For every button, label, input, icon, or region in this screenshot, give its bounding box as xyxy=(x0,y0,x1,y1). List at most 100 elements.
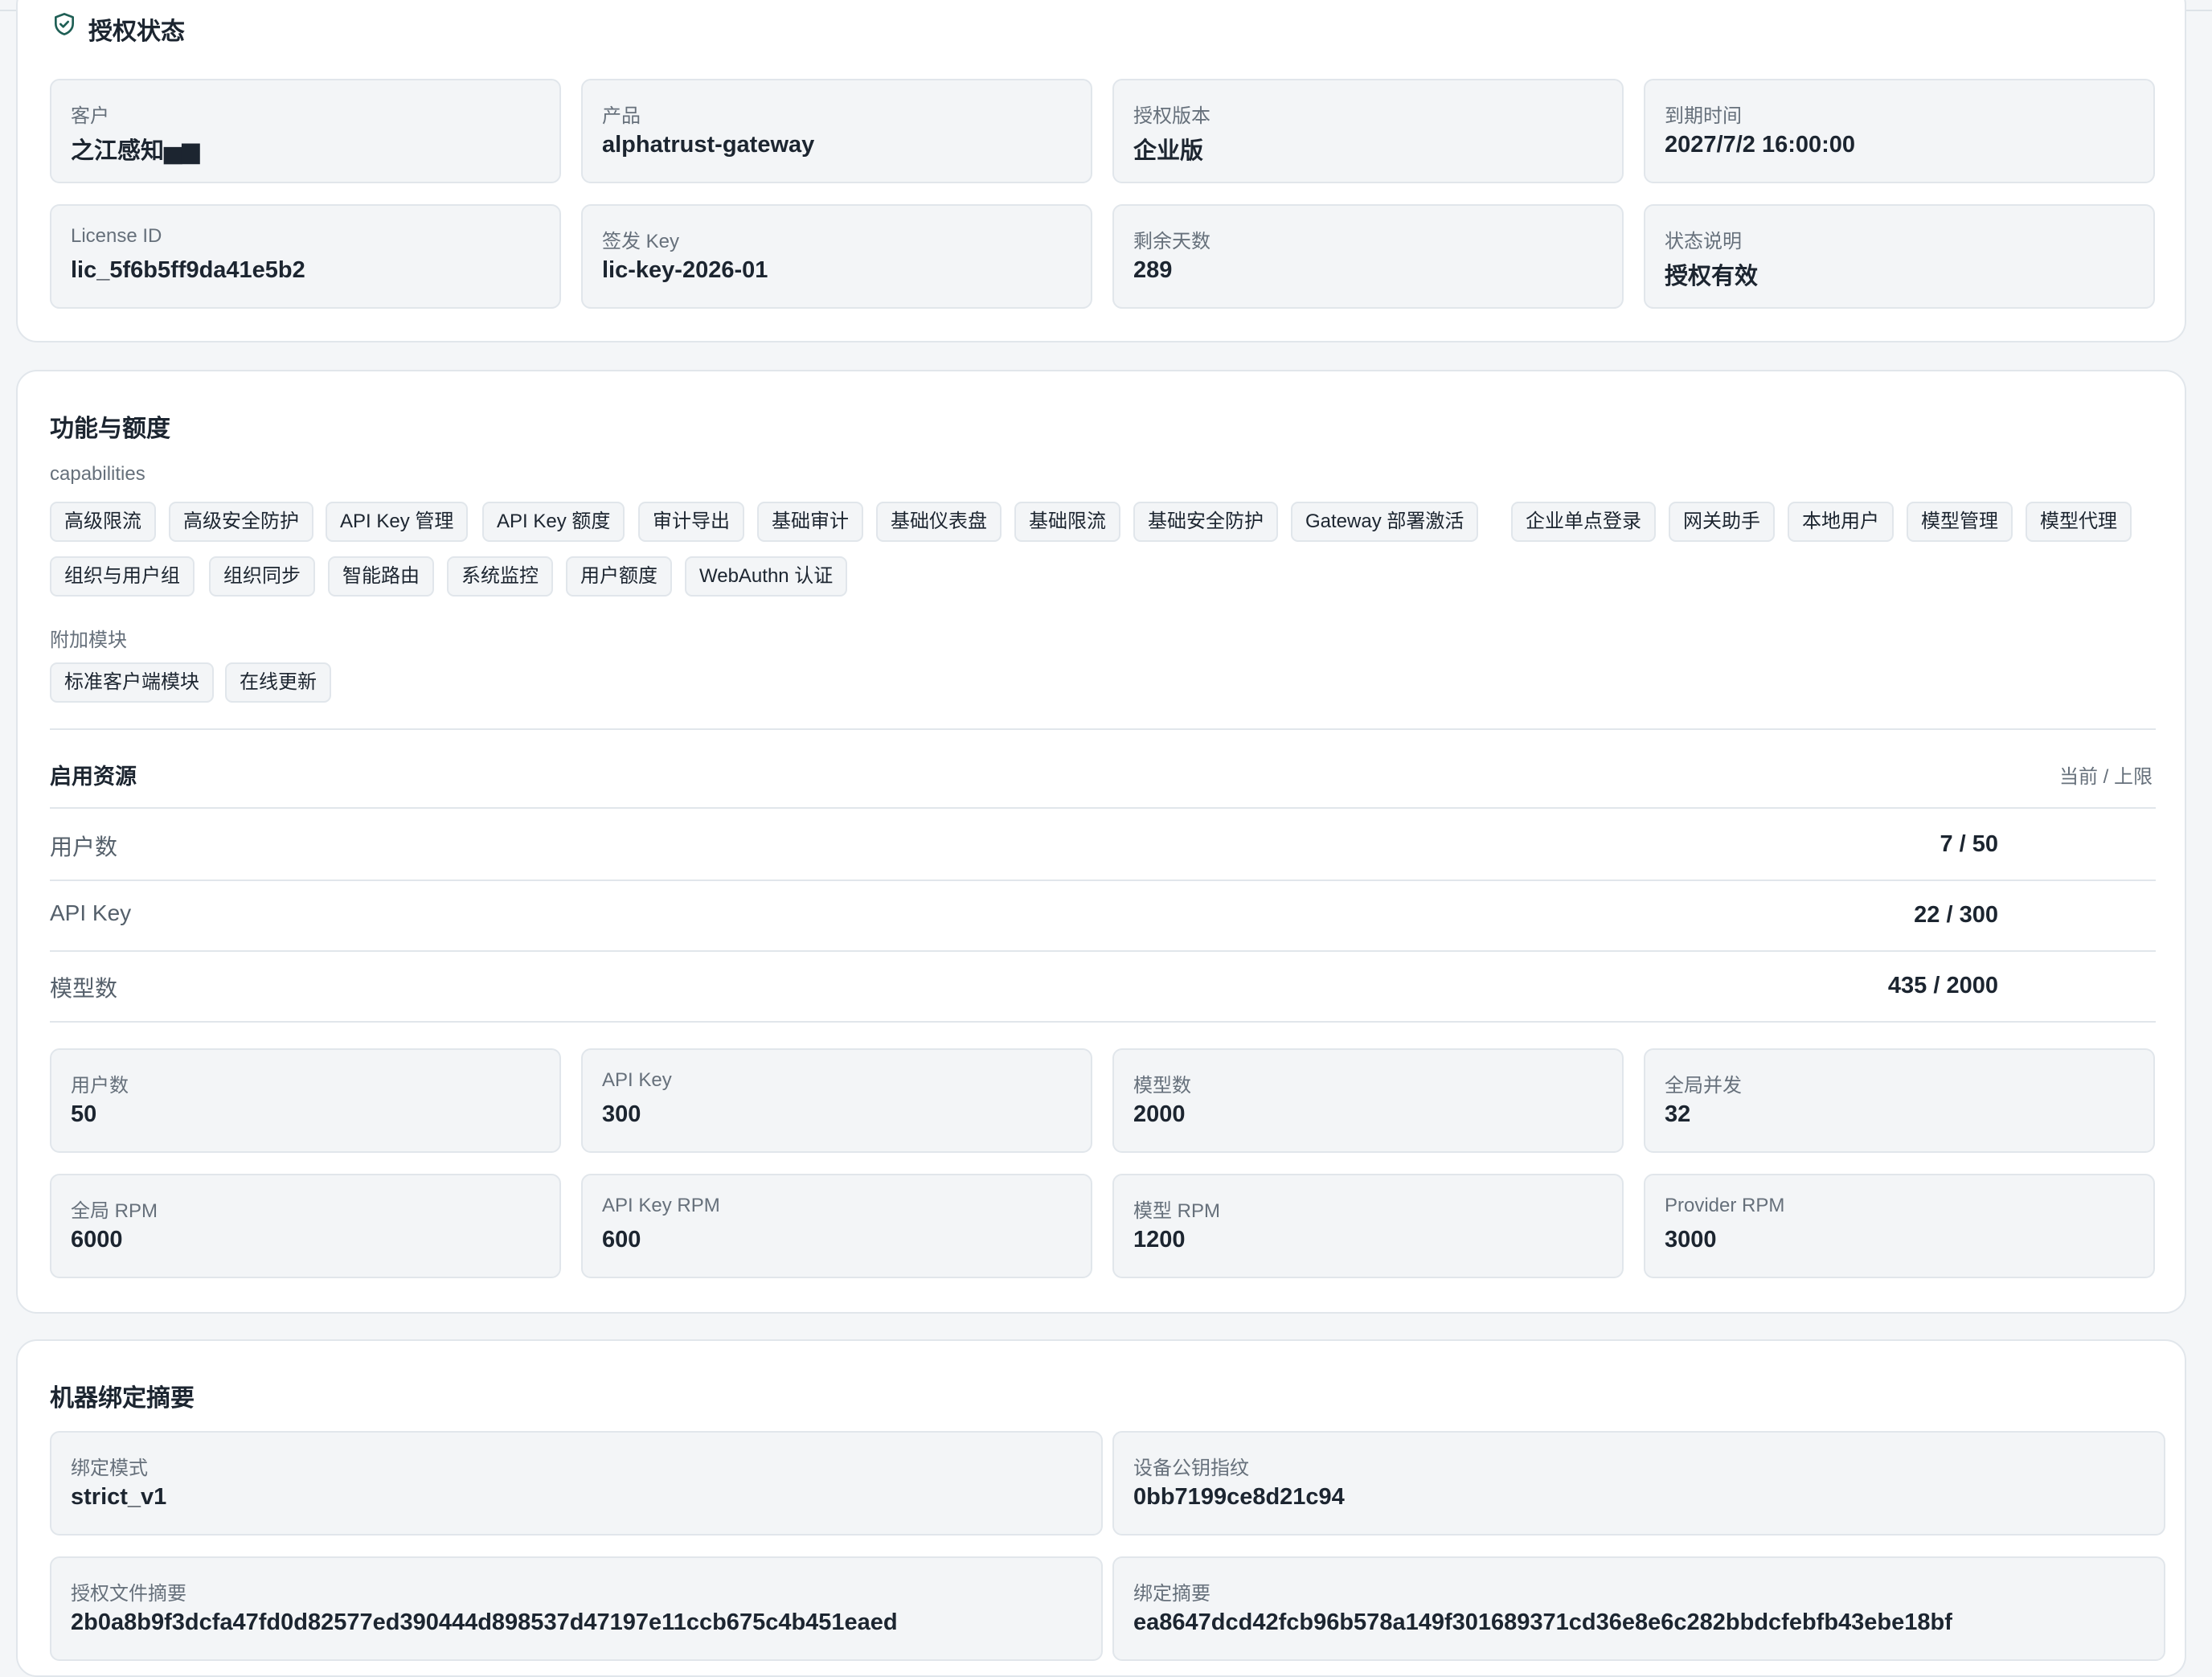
limit-field: 模型数 2000 xyxy=(1112,1048,1624,1153)
field-value: 600 xyxy=(602,1227,641,1253)
limit-field: API Key RPM 600 xyxy=(581,1174,1092,1278)
addon-chip: 标准客户端模块 xyxy=(50,662,214,703)
field-value: 企业版 xyxy=(1133,138,1204,164)
section-divider xyxy=(50,728,2156,730)
field-label: 模型 RPM xyxy=(1133,1200,1220,1222)
table-divider xyxy=(50,950,2156,952)
resources-column-header: 当前 / 上限 xyxy=(2058,766,2153,788)
field-value: lic-key-2026-01 xyxy=(602,257,768,283)
field-label: 授权文件摘要 xyxy=(71,1583,186,1605)
field-label: 签发 Key xyxy=(602,231,680,252)
capability-chip: Gateway 部署激活 xyxy=(1291,502,1479,542)
license-status-title: 授权状态 xyxy=(88,18,185,45)
field-value: 3000 xyxy=(1665,1227,1717,1253)
field-label: 模型数 xyxy=(1133,1075,1191,1097)
resources-title: 启用资源 xyxy=(50,765,137,789)
field-label: 全局 RPM xyxy=(71,1200,158,1222)
field-label: 设备公钥指纹 xyxy=(1133,1458,1249,1479)
capability-chip: 网关助手 xyxy=(1669,502,1775,542)
capability-chip: WebAuthn 认证 xyxy=(685,556,848,597)
field-label: Provider RPM xyxy=(1665,1195,1785,1216)
field-value: lic_5f6b5ff9da41e5b2 xyxy=(71,257,305,283)
field-label: 剩余天数 xyxy=(1133,231,1210,252)
remaining-days-field: 剩余天数 289 xyxy=(1112,204,1624,309)
product-field: 产品 alphatrust-gateway xyxy=(581,79,1092,183)
field-label: API Key xyxy=(602,1069,672,1091)
license-file-digest-field: 授权文件摘要 2b0a8b9f3dcfa47fd0d82577ed390444d… xyxy=(50,1556,1103,1661)
limit-field: API Key 300 xyxy=(581,1048,1092,1153)
resource-row-value: 435 / 2000 xyxy=(1887,973,1998,998)
field-label: 全局并发 xyxy=(1665,1075,1742,1097)
expiry-field: 到期时间 2027/7/2 16:00:00 xyxy=(1644,79,2155,183)
field-label: 到期时间 xyxy=(1665,105,1742,127)
resource-row-label: 模型数 xyxy=(50,976,118,1001)
field-value: 2000 xyxy=(1133,1101,1186,1127)
edition-field: 授权版本 企业版 xyxy=(1112,79,1624,183)
capability-chip: 高级安全防护 xyxy=(169,502,313,542)
capability-chip: 高级限流 xyxy=(50,502,156,542)
field-label: 绑定模式 xyxy=(71,1458,148,1479)
limit-field: 全局 RPM 6000 xyxy=(50,1174,561,1278)
field-label: 产品 xyxy=(602,105,641,127)
features-quota-card: 功能与额度 capabilities 高级限流 高级安全防护 API Key 管… xyxy=(16,370,2186,1314)
capability-chip: 组织与用户组 xyxy=(50,556,195,597)
field-value: 之江感知▅▆ xyxy=(71,138,200,164)
field-value: 授权有效 xyxy=(1665,264,1759,289)
field-value: 289 xyxy=(1133,257,1173,283)
limit-field: 用户数 50 xyxy=(50,1048,561,1153)
field-value: 32 xyxy=(1665,1101,1691,1127)
device-key-fingerprint-field: 设备公钥指纹 0bb7199ce8d21c94 xyxy=(1112,1431,2165,1536)
limit-field: Provider RPM 3000 xyxy=(1644,1174,2155,1278)
field-label: License ID xyxy=(71,225,162,247)
capability-chip: API Key 管理 xyxy=(326,502,469,542)
resource-row-label: 用户数 xyxy=(50,834,118,859)
field-value: 2027/7/2 16:00:00 xyxy=(1665,132,1856,158)
capability-chip: 用户额度 xyxy=(566,556,672,597)
resource-row-value: 22 / 300 xyxy=(1914,902,1998,928)
addon-chip: 在线更新 xyxy=(225,662,331,703)
capability-chip: 审计导出 xyxy=(638,502,744,542)
features-title: 功能与额度 xyxy=(50,416,170,442)
shield-check-icon xyxy=(55,12,74,35)
field-value: alphatrust-gateway xyxy=(602,132,815,158)
capabilities-label: capabilities xyxy=(50,463,145,485)
capability-chip: 本地用户 xyxy=(1788,502,1894,542)
field-label: 状态说明 xyxy=(1665,231,1742,252)
table-divider xyxy=(50,880,2156,881)
capability-chip: 基础限流 xyxy=(1014,502,1120,542)
capability-chip: API Key 额度 xyxy=(482,502,625,542)
field-value: 2b0a8b9f3dcfa47fd0d82577ed390444d898537d… xyxy=(71,1609,898,1635)
field-value: 0bb7199ce8d21c94 xyxy=(1133,1484,1345,1510)
license-id-field: License ID lic_5f6b5ff9da41e5b2 xyxy=(50,204,561,309)
field-value: 1200 xyxy=(1133,1227,1186,1253)
binding-title: 机器绑定摘要 xyxy=(50,1385,195,1412)
field-label: 客户 xyxy=(71,105,109,127)
field-value: 300 xyxy=(602,1101,641,1127)
capability-chip: 基础审计 xyxy=(757,502,863,542)
field-value: ea8647dcd42fcb96b578a149f301689371cd36e8… xyxy=(1133,1609,1952,1635)
capability-chip: 系统监控 xyxy=(447,556,553,597)
capability-chip: 基础仪表盘 xyxy=(876,502,1002,542)
capability-chip: 基础安全防护 xyxy=(1133,502,1278,542)
machine-binding-card: 机器绑定摘要 绑定模式 strict_v1 设备公钥指纹 0bb7199ce8d… xyxy=(16,1339,2186,1677)
license-status-card: 授权状态 客户 之江感知▅▆ 产品 alphatrust-gateway 授权版… xyxy=(16,0,2186,342)
field-label: 绑定摘要 xyxy=(1133,1583,1210,1605)
capability-chip: 模型管理 xyxy=(1907,502,2013,542)
table-divider xyxy=(50,1021,2156,1023)
resource-row-label: API Key xyxy=(50,900,132,925)
field-value: 6000 xyxy=(71,1227,123,1253)
binding-digest-field: 绑定摘要 ea8647dcd42fcb96b578a149f301689371c… xyxy=(1112,1556,2165,1661)
field-label: 用户数 xyxy=(71,1075,129,1097)
field-value: strict_v1 xyxy=(71,1484,167,1510)
capability-chip: 企业单点登录 xyxy=(1511,502,1656,542)
binding-mode-field: 绑定模式 strict_v1 xyxy=(50,1431,1103,1536)
addons-label: 附加模块 xyxy=(50,629,127,651)
customer-field: 客户 之江感知▅▆ xyxy=(50,79,561,183)
status-note-field: 状态说明 授权有效 xyxy=(1644,204,2155,309)
field-label: API Key RPM xyxy=(602,1195,720,1216)
field-label: 授权版本 xyxy=(1133,105,1210,127)
table-divider xyxy=(50,807,2156,809)
capability-chip: 模型代理 xyxy=(2026,502,2132,542)
limit-field: 全局并发 32 xyxy=(1644,1048,2155,1153)
limit-field: 模型 RPM 1200 xyxy=(1112,1174,1624,1278)
